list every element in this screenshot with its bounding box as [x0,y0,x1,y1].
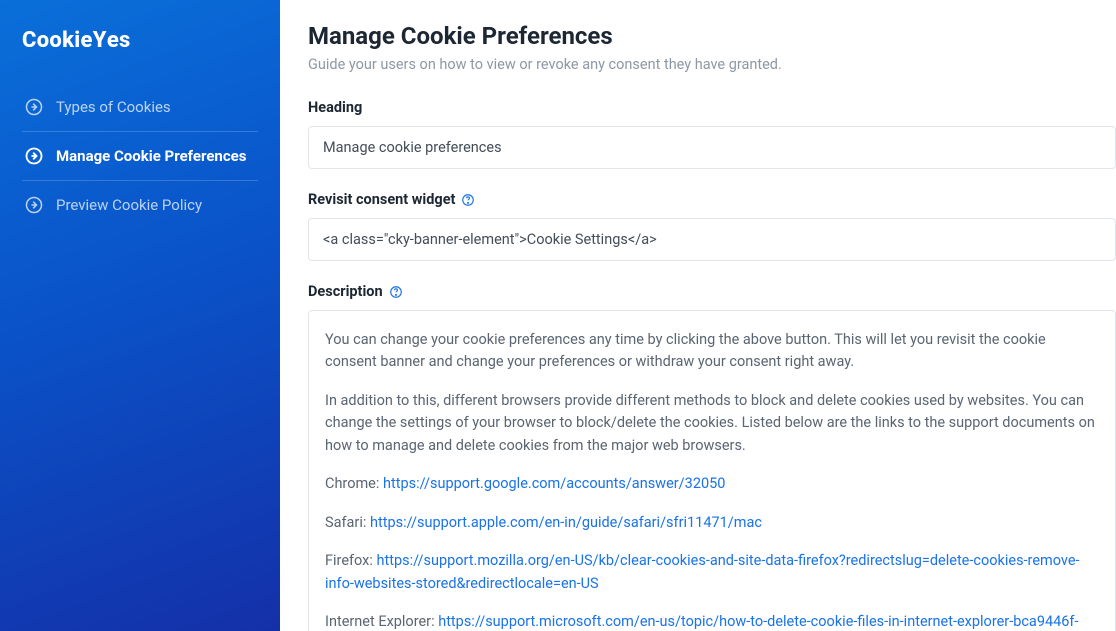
nav-label: Types of Cookies [56,98,171,116]
description-paragraph: In addition to this, different browsers … [325,390,1099,457]
description-link-chrome: Chrome: https://support.google.com/accou… [325,473,1099,495]
arrow-circle-right-icon [24,195,44,215]
sidebar: CookieYes Types of Cookies Manage Cookie… [0,0,280,631]
brand-logo: CookieYes [22,28,258,53]
description-editor[interactable]: You can change your cookie preferences a… [308,310,1116,631]
sidebar-item-manage-cookie-preferences[interactable]: Manage Cookie Preferences [22,132,258,181]
safari-support-link[interactable]: https://support.apple.com/en-in/guide/sa… [370,514,762,531]
description-paragraph: You can change your cookie preferences a… [325,329,1099,374]
page-subhead: Guide your users on how to view or revok… [308,56,1116,73]
page-title: Manage Cookie Preferences [308,22,1116,50]
heading-label: Heading [308,99,1116,116]
arrow-circle-right-icon [24,97,44,117]
main-content: Manage Cookie Preferences Guide your use… [280,0,1116,631]
help-icon[interactable] [461,193,475,207]
nav-label: Manage Cookie Preferences [56,147,246,165]
nav-label: Preview Cookie Policy [56,196,202,214]
description-label: Description [308,283,383,300]
description-link-safari: Safari: https://support.apple.com/en-in/… [325,512,1099,534]
description-link-ie: Internet Explorer: https://support.micro… [325,611,1099,631]
chrome-support-link[interactable]: https://support.google.com/accounts/answ… [383,475,725,492]
sidebar-nav: Types of Cookies Manage Cookie Preferenc… [22,83,258,229]
heading-input[interactable] [308,126,1116,169]
sidebar-item-preview-cookie-policy[interactable]: Preview Cookie Policy [22,181,258,229]
brand-name: CookieYes [22,28,131,53]
sidebar-item-types-of-cookies[interactable]: Types of Cookies [22,83,258,132]
field-heading: Heading [308,99,1116,169]
ie-support-link[interactable]: https://support.microsoft.com/en-us/topi… [325,613,1078,631]
field-revisit-consent-widget: Revisit consent widget [308,191,1116,261]
field-description: Description You can change your cookie p… [308,283,1116,631]
arrow-circle-right-icon [24,146,44,166]
revisit-label: Revisit consent widget [308,191,455,208]
help-icon[interactable] [389,285,403,299]
description-link-firefox: Firefox: https://support.mozilla.org/en-… [325,550,1099,595]
revisit-input[interactable] [308,218,1116,261]
app-root: CookieYes Types of Cookies Manage Cookie… [0,0,1116,631]
firefox-support-link[interactable]: https://support.mozilla.org/en-US/kb/cle… [325,552,1080,591]
